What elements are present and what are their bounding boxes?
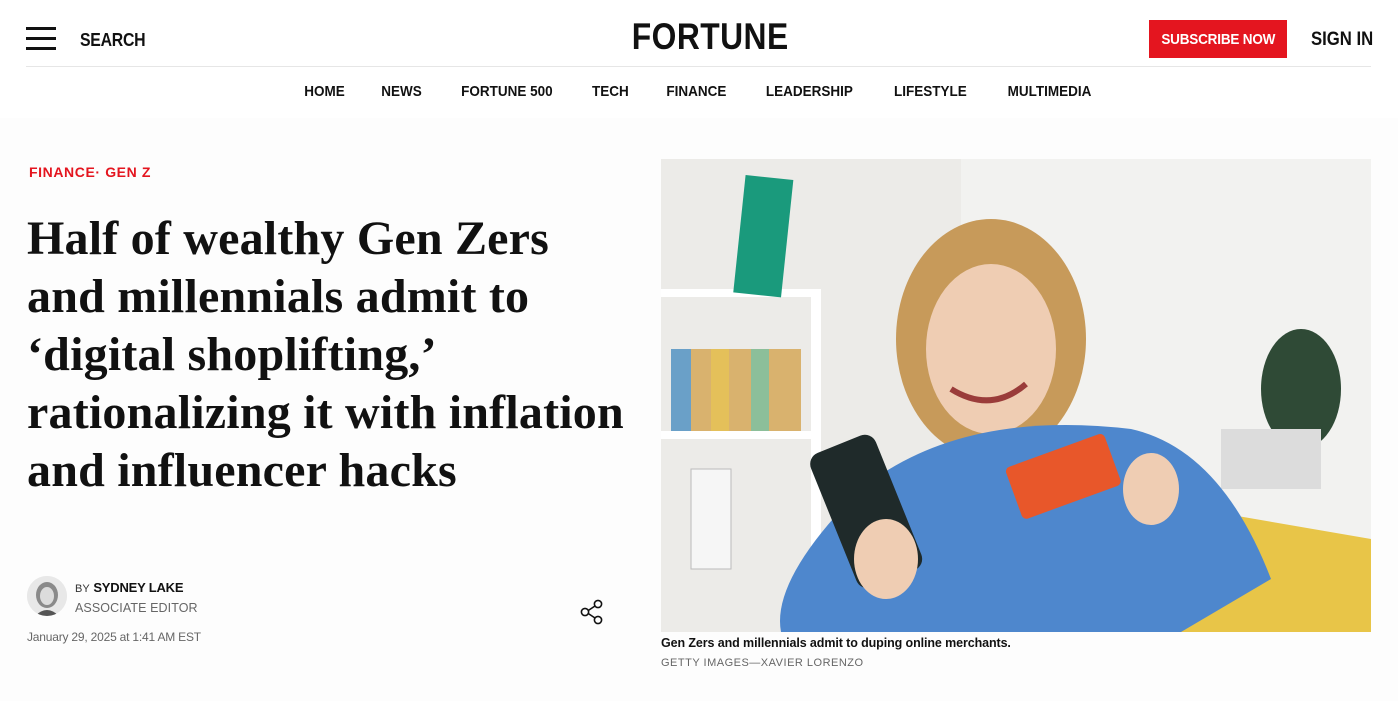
hero-image (661, 159, 1371, 632)
kicker-separator: · (95, 164, 101, 180)
image-caption: Gen Zers and millennials admit to duping… (661, 636, 1011, 650)
main-nav: HOME NEWS FORTUNE 500 TECH FINANCE LEADE… (0, 83, 1398, 100)
author-name-link[interactable]: SYDNEY LAKE (93, 580, 183, 595)
publish-date: January 29, 2025 at 1:41 AM EST (27, 630, 201, 644)
section-link-finance[interactable]: FINANCE (29, 164, 95, 180)
author-portrait (27, 576, 67, 616)
header-divider (26, 66, 1371, 67)
nav-item-fortune-500[interactable]: FORTUNE 500 (447, 83, 567, 100)
article-headline: Half of wealthy Gen Zers and millennials… (27, 212, 624, 497)
nav-item-multimedia[interactable]: MULTIMEDIA (993, 83, 1106, 100)
nav-item-news[interactable]: NEWS (367, 83, 436, 100)
author-role: ASSOCIATE EDITOR (75, 601, 198, 615)
share-icon[interactable] (579, 598, 605, 626)
sign-in-link[interactable]: SIGN IN (1311, 29, 1373, 51)
article-kicker: FINANCE· GEN Z (29, 164, 151, 180)
topic-link-gen-z[interactable]: GEN Z (105, 164, 151, 180)
hero-photo-illustration (661, 159, 1371, 632)
subscribe-now-label: SUBSCRIBE NOW (1161, 30, 1275, 48)
nav-item-home[interactable]: HOME (290, 83, 359, 100)
byline-prefix: BY (75, 583, 90, 595)
nav-item-finance[interactable]: FINANCE (652, 83, 741, 100)
byline: BY SYDNEY LAKE (75, 580, 184, 595)
image-credit: GETTY IMAGES—XAVIER LORENZO (661, 657, 864, 669)
author-avatar[interactable] (27, 576, 67, 616)
hamburger-menu-icon[interactable] (26, 27, 56, 51)
nav-item-lifestyle[interactable]: LIFESTYLE (880, 83, 982, 100)
article-hero: FINANCE· GEN Z Half of wealthy Gen Zers … (0, 118, 1398, 701)
nav-item-tech[interactable]: TECH (577, 83, 643, 100)
fortune-logo[interactable]: FORTUNE (632, 16, 788, 58)
site-header: SEARCH FORTUNE SUBSCRIBE NOW SIGN IN HOM… (0, 0, 1398, 118)
nav-item-leadership[interactable]: LEADERSHIP (752, 83, 868, 100)
search-button[interactable]: SEARCH (80, 30, 146, 51)
subscribe-now-button[interactable]: SUBSCRIBE NOW (1149, 20, 1287, 58)
